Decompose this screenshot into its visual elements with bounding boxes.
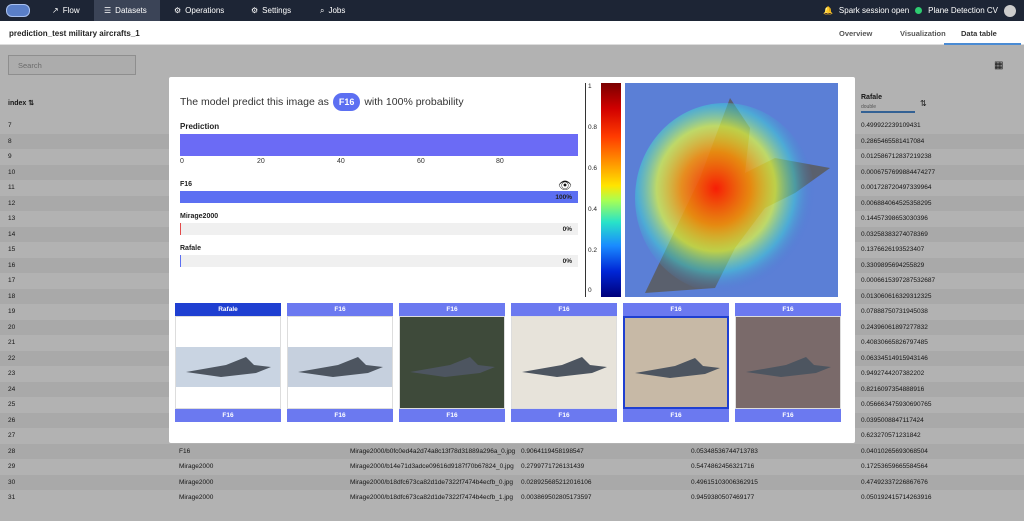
dataset-header: prediction_test military aircrafts_1 Ove…	[0, 21, 1024, 45]
thumbnail-pred-label: F16	[175, 409, 281, 422]
class-percent: 0%	[562, 258, 572, 265]
thumbnail-card[interactable]: Rafale F16	[175, 303, 281, 422]
prediction-modal: The model predict this image as F16 with…	[169, 77, 855, 443]
nav-jobs-label: Jobs	[328, 6, 346, 15]
top-navbar: ↗ Flow ☰ Datasets ⚙ Operations ⚙ Setting…	[0, 0, 1024, 21]
nav-jobs[interactable]: ⌕ Jobs	[320, 0, 345, 21]
nav-flow-label: Flow	[62, 6, 80, 15]
class-percent: 0%	[562, 226, 572, 233]
thumbnail-true-label: F16	[735, 303, 841, 316]
headline-probability: with 100% probability	[364, 96, 464, 108]
heatmap-colorbar	[601, 83, 621, 297]
predicted-class-badge: F16	[332, 93, 361, 111]
class-bar-rafale: 0%	[180, 255, 578, 267]
aircraft-thumbnail-image[interactable]	[399, 316, 505, 409]
aircraft-thumbnail-image[interactable]	[175, 316, 281, 409]
bell-icon[interactable]: 🔔	[823, 6, 833, 15]
chart-icon: ↗	[52, 6, 59, 15]
thumbnail-true-label: F16	[287, 303, 393, 316]
session-status-icon	[915, 7, 923, 14]
gradcam-heatmap-image	[625, 83, 838, 297]
class-bar-fill	[180, 223, 182, 235]
headline-text: The model predict this image as	[180, 96, 329, 108]
colorbar-tick: 0.4	[588, 206, 598, 213]
thumbnail-pred-label: F16	[287, 409, 393, 422]
prediction-title: Prediction	[180, 122, 220, 131]
axis-tick: 60	[417, 158, 425, 165]
class-label-rafale: Rafale	[180, 245, 202, 252]
colorbar-tick: 0.2	[588, 247, 598, 254]
page-title: prediction_test military aircrafts_1	[9, 29, 140, 38]
thumbnail-true-label: Rafale	[175, 303, 281, 316]
nav-datasets[interactable]: ☰ Datasets	[94, 0, 160, 21]
nav-operations[interactable]: ⚙ Operations	[174, 0, 224, 21]
tab-data-table[interactable]: Data table	[961, 29, 997, 38]
aircraft-thumbnail-image[interactable]	[735, 316, 841, 409]
class-bar-mirage2000: 0%	[180, 223, 578, 235]
thumbnail-pred-label: F16	[399, 409, 505, 422]
nav-datasets-label: Datasets	[115, 6, 147, 15]
project-name[interactable]: Plane Detection CV	[928, 6, 998, 15]
axis-tick: 20	[257, 158, 265, 165]
divider	[585, 83, 586, 297]
aircraft-thumbnail-image[interactable]	[623, 316, 729, 409]
colorbar-tick: 0.6	[588, 165, 598, 172]
thumbnail-true-label: F16	[511, 303, 617, 316]
nav-settings[interactable]: ⚙ Settings	[251, 0, 291, 21]
class-bar-fill	[180, 255, 182, 267]
session-status: Spark session open	[838, 6, 910, 15]
nav-settings-label: Settings	[262, 6, 292, 15]
aircraft-thumbnail-image[interactable]	[511, 316, 617, 409]
thumbnail-card[interactable]: F16 F16	[623, 303, 729, 422]
axis-tick: 80	[496, 158, 504, 165]
axis-tick: 40	[337, 158, 345, 165]
nav-flow[interactable]: ↗ Flow	[52, 0, 80, 21]
thumbnail-pred-label: F16	[511, 409, 617, 422]
navbar-right: 🔔 Spark session open Plane Detection CV	[823, 0, 1024, 21]
thumbnail-pred-label: F16	[623, 409, 729, 422]
thumbnail-pred-label: F16	[735, 409, 841, 422]
thumbnail-true-label: F16	[623, 303, 729, 316]
colorbar-tick: 0	[588, 287, 592, 294]
class-bar-f16: 100%	[180, 191, 578, 203]
class-bar-fill	[180, 191, 578, 203]
search-icon: ⌕	[320, 5, 325, 15]
class-label-mirage2000: Mirage2000	[180, 213, 219, 220]
thumbnail-card[interactable]: F16 F16	[735, 303, 841, 422]
colorbar-tick: 0.8	[588, 124, 598, 131]
nav-operations-label: Operations	[185, 6, 225, 15]
avatar[interactable]	[1004, 4, 1016, 17]
thumbnail-card[interactable]: F16 F16	[399, 303, 505, 422]
colorbar-tick: 1	[588, 83, 592, 90]
tab-overview[interactable]: Overview	[839, 29, 872, 38]
prediction-headline: The model predict this image as F16 with…	[180, 93, 464, 111]
thumbnail-card[interactable]: F16 F16	[287, 303, 393, 422]
thumbnail-card[interactable]: F16 F16	[511, 303, 617, 422]
prediction-bar	[180, 134, 578, 156]
gear-icon: ⚙	[174, 6, 182, 15]
tab-visualization[interactable]: Visualization	[900, 29, 946, 38]
list-icon: ☰	[104, 6, 112, 15]
gear-icon: ⚙	[251, 6, 259, 15]
aircraft-thumbnail-image[interactable]	[287, 316, 393, 409]
axis-tick: 0	[180, 158, 184, 165]
class-label-f16: F16	[180, 181, 193, 188]
class-percent: 100%	[555, 194, 572, 201]
thumbnail-true-label: F16	[399, 303, 505, 316]
app-logo[interactable]	[6, 4, 30, 17]
